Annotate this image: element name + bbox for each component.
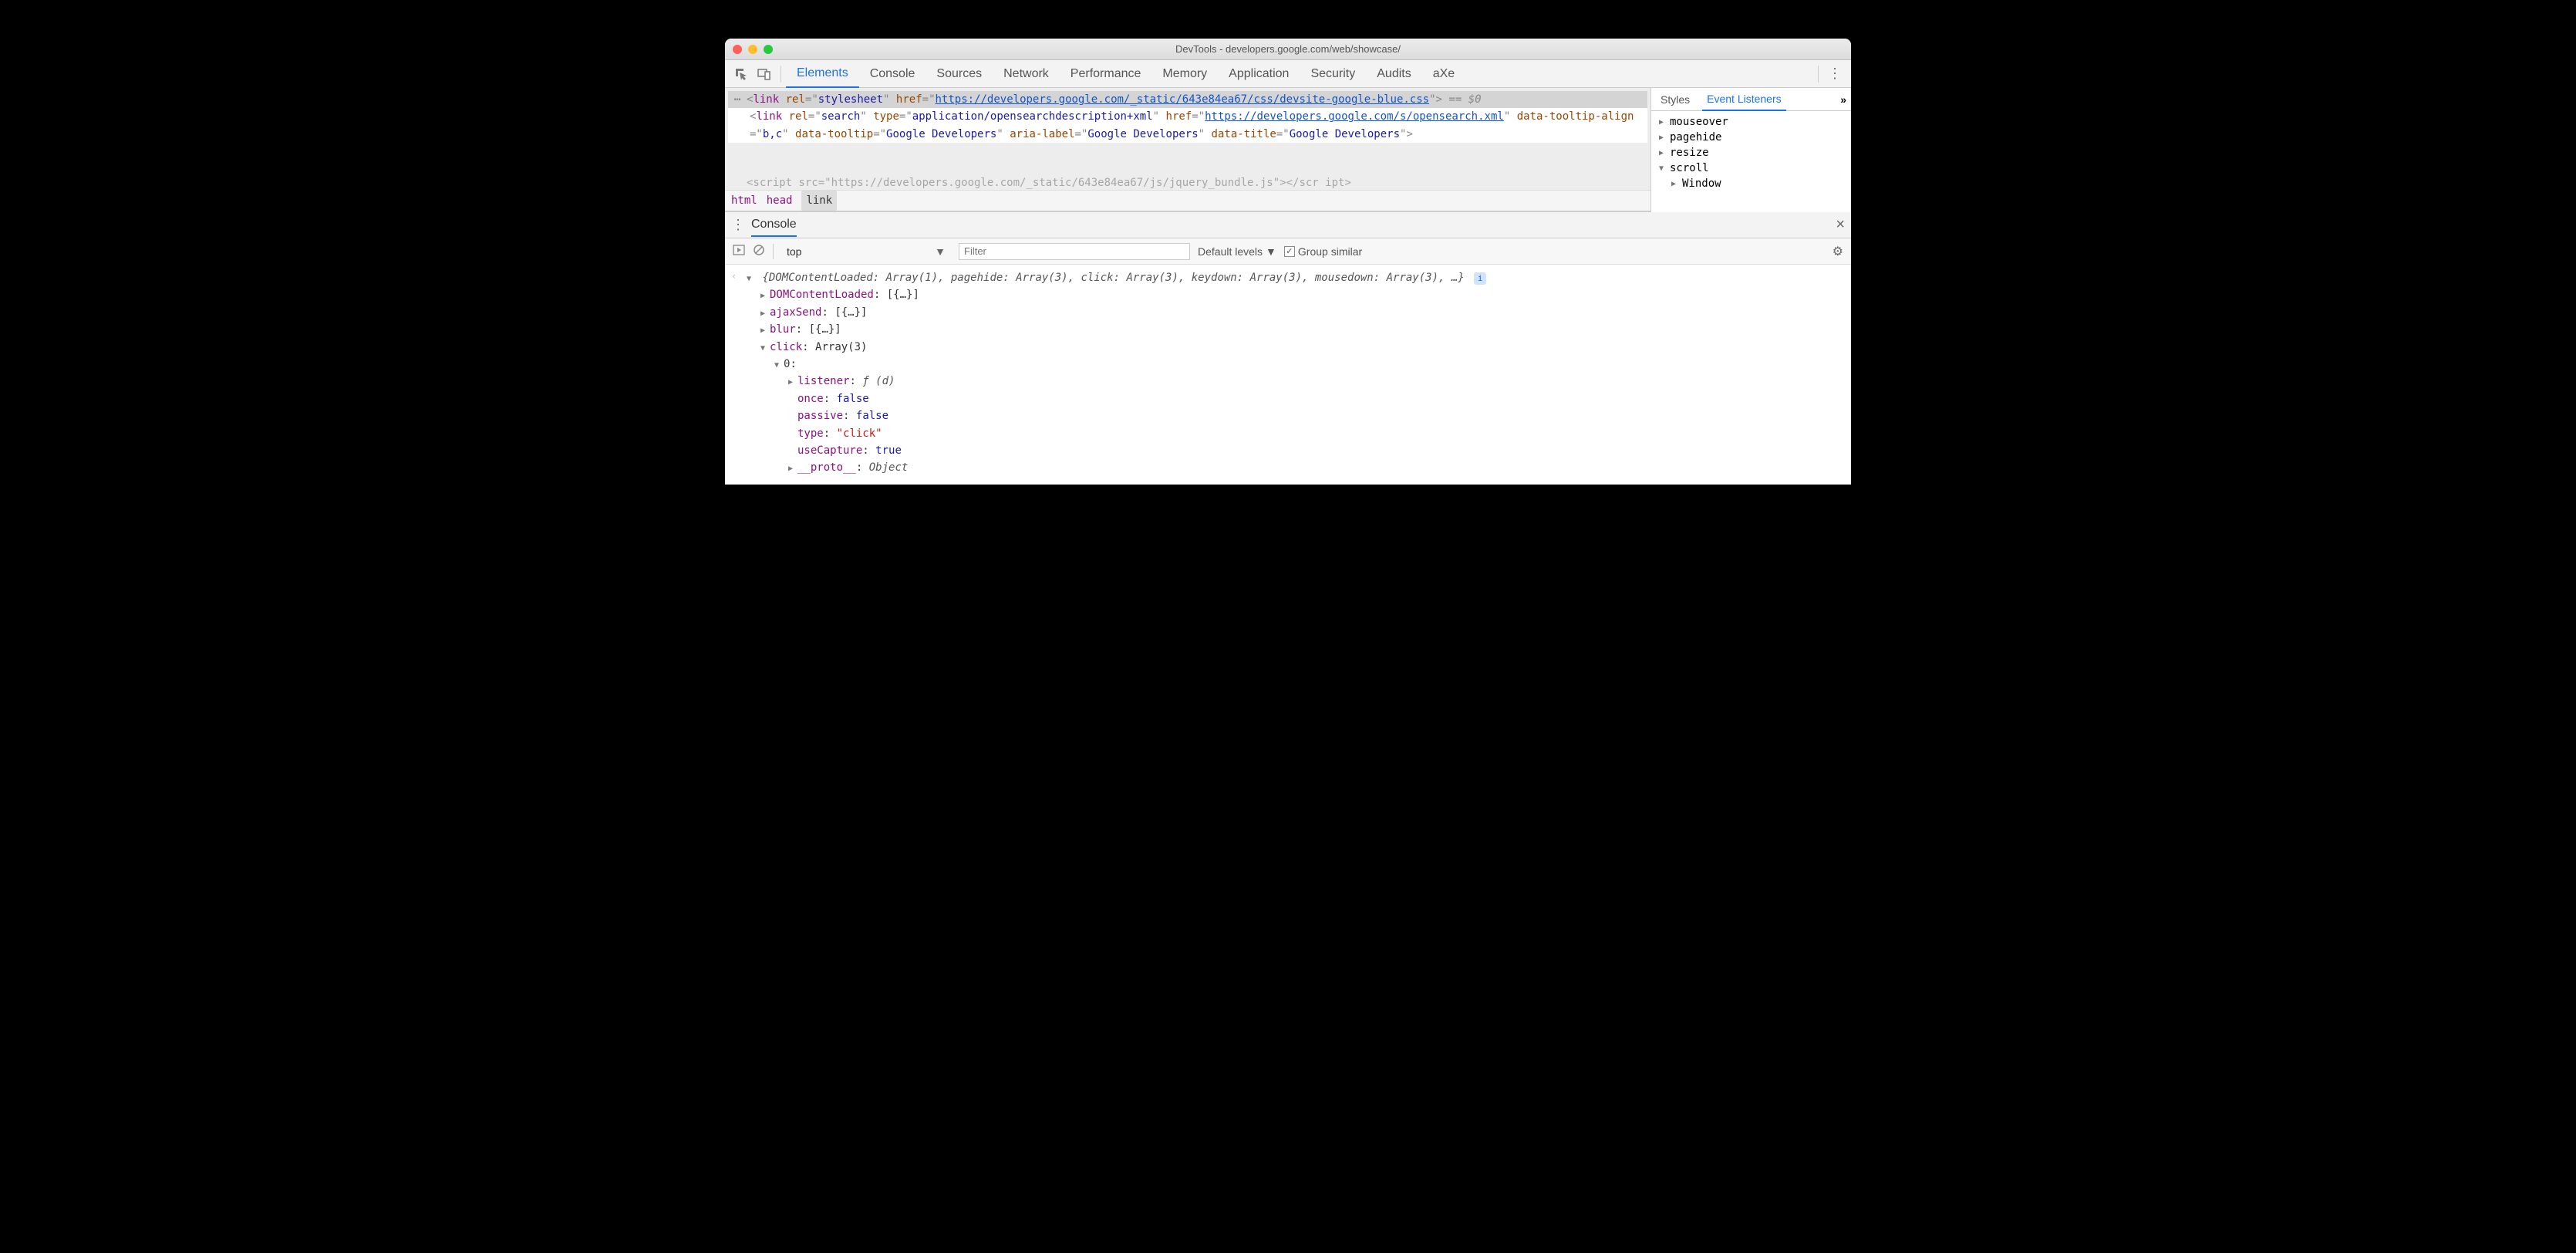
tab-console[interactable]: Console (859, 60, 926, 88)
execution-context-icon[interactable] (733, 244, 745, 258)
chevron-right-icon: ▶ (760, 308, 770, 320)
chevron-down-icon: ▼ (1266, 245, 1276, 258)
chevron-down-icon: ▼ (747, 273, 756, 285)
chevron-right-icon: ▶ (760, 290, 770, 302)
tab-network[interactable]: Network (993, 60, 1060, 88)
message-source-icon: ‹ (731, 269, 747, 284)
titlebar: DevTools - developers.google.com/web/sho… (725, 39, 1851, 60)
console-settings-icon[interactable]: ⚙ (1833, 244, 1843, 259)
object-property[interactable]: ▶ajaxSend: [{…}] (747, 304, 1845, 321)
panel-tabs: Elements Console Sources Network Perform… (786, 60, 1465, 88)
tab-elements[interactable]: Elements (786, 60, 859, 88)
object-property[interactable]: once: false (747, 390, 1845, 407)
chevron-right-icon: ▶ (1659, 149, 1667, 157)
href-link[interactable]: https://developers.google.com/s/opensear… (1205, 110, 1504, 123)
chevron-down-icon: ▼ (1659, 164, 1667, 173)
elements-panel: ⋯ <link rel="stylesheet" href="https://d… (725, 88, 1851, 212)
group-similar-toggle[interactable]: ✓ Group similar (1284, 245, 1362, 258)
context-selector[interactable]: top ▼ (781, 243, 951, 260)
object-property[interactable]: ▶__proto__: Object (747, 459, 1845, 476)
listener-mouseover[interactable]: ▶mouseover (1651, 114, 1851, 130)
breadcrumb: html head link (725, 190, 1650, 211)
chevron-down-icon: ▼ (935, 245, 946, 258)
close-drawer-icon[interactable]: × (1836, 216, 1845, 234)
dom-node-truncated: <script src="https://developers.google.c… (747, 174, 1647, 190)
object-property[interactable]: ▶blur: [{…}] (747, 321, 1845, 338)
tab-performance[interactable]: Performance (1060, 60, 1152, 88)
listener-pagehide[interactable]: ▶pagehide (1651, 130, 1851, 145)
listener-resize[interactable]: ▶resize (1651, 145, 1851, 160)
object-summary[interactable]: ▼ {DOMContentLoaded: Array(1), pagehide:… (747, 269, 1845, 286)
chevron-right-icon: ▶ (1671, 180, 1679, 188)
device-toolbar-icon[interactable] (753, 67, 776, 81)
crumb-link[interactable]: link (801, 191, 837, 211)
toolbar-separator (1818, 66, 1819, 83)
tab-application[interactable]: Application (1218, 60, 1300, 88)
console-tab[interactable]: Console (751, 214, 797, 237)
event-listeners-list: ▶mouseover ▶pagehide ▶resize ▼scroll ▶Wi… (1651, 111, 1851, 194)
object-property[interactable]: ▶DOMContentLoaded: [{…}] (747, 286, 1845, 303)
filter-input[interactable] (959, 243, 1190, 260)
dom-selected-node[interactable]: ⋯ <link rel="stylesheet" href="https://d… (728, 91, 1647, 108)
devtools-window: DevTools - developers.google.com/web/sho… (725, 39, 1851, 485)
tab-axe[interactable]: aXe (1422, 60, 1465, 88)
tab-audits[interactable]: Audits (1366, 60, 1421, 88)
clear-console-icon[interactable] (753, 244, 765, 258)
object-property[interactable]: passive: false (747, 407, 1845, 424)
object-property[interactable]: type: "click" (747, 425, 1845, 442)
checkbox-icon: ✓ (1284, 246, 1295, 257)
minimize-window-button[interactable] (748, 45, 757, 54)
crumb-html[interactable]: html (731, 192, 757, 209)
chevron-down-icon: ▼ (760, 343, 770, 355)
main-toolbar: Elements Console Sources Network Perform… (725, 60, 1851, 88)
object-property[interactable]: ▶listener: ƒ (d) (747, 373, 1845, 390)
console-output[interactable]: ‹ ▼ {DOMContentLoaded: Array(1), pagehid… (725, 265, 1851, 485)
sidebar-tabs: Styles Event Listeners » (1651, 88, 1851, 111)
console-drawer-header: ⋮ Console × (725, 212, 1851, 238)
window-title: DevTools - developers.google.com/web/sho… (725, 43, 1851, 55)
object-property[interactable]: useCapture: true (747, 442, 1845, 459)
object-property[interactable]: ▼0: (747, 356, 1845, 373)
console-controls: top ▼ Default levels ▼ ✓ Group similar ⚙ (725, 238, 1851, 265)
close-window-button[interactable] (733, 45, 742, 54)
chevron-right-icon: ▶ (1659, 133, 1667, 142)
dom-node[interactable]: <link rel="search" type="application/ope… (728, 108, 1647, 143)
chevron-down-icon: ▼ (774, 360, 784, 372)
dom-tree[interactable]: ⋯ <link rel="stylesheet" href="https://d… (725, 88, 1650, 212)
log-levels-selector[interactable]: Default levels ▼ (1198, 245, 1276, 258)
selected-marker: == $0 (1448, 93, 1481, 106)
crumb-head[interactable]: head (767, 192, 793, 209)
more-options-icon[interactable]: ⋮ (1823, 66, 1846, 82)
info-icon[interactable]: i (1474, 272, 1486, 285)
window-controls (733, 45, 773, 54)
sidebar-tab-event-listeners[interactable]: Event Listeners (1702, 88, 1786, 111)
chevron-right-icon: ▶ (788, 377, 797, 389)
object-property[interactable]: ▼click: Array(3) (747, 339, 1845, 356)
expand-hidden-icon[interactable]: ⋯ (728, 91, 747, 108)
sidebar-tab-styles[interactable]: Styles (1656, 88, 1694, 111)
tab-security[interactable]: Security (1300, 60, 1366, 88)
chevron-right-icon: ▶ (760, 325, 770, 337)
inspect-element-icon[interactable] (730, 67, 753, 81)
tab-sources[interactable]: Sources (926, 60, 993, 88)
href-link[interactable]: https://developers.google.com/_static/64… (936, 93, 1430, 106)
zoom-window-button[interactable] (764, 45, 773, 54)
chevron-right-icon: ▶ (1659, 118, 1667, 127)
console-menu-icon[interactable]: ⋮ (731, 217, 745, 233)
sidebar-more-icon[interactable]: » (1840, 93, 1846, 106)
tab-memory[interactable]: Memory (1151, 60, 1218, 88)
listener-scroll[interactable]: ▼scroll (1651, 160, 1851, 176)
elements-sidebar: Styles Event Listeners » ▶mouseover ▶pag… (1650, 88, 1851, 212)
chevron-right-icon: ▶ (788, 463, 797, 475)
listener-scroll-window[interactable]: ▶Window (1651, 176, 1851, 191)
